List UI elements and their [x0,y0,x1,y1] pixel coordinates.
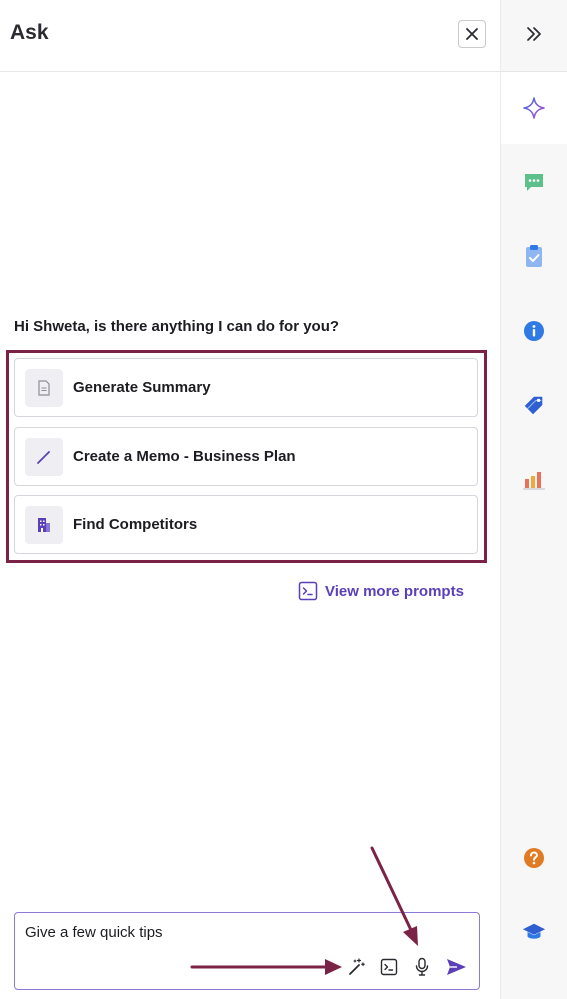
rail-item-help[interactable] [522,846,546,870]
microphone-icon [415,957,429,976]
prompt-library-button[interactable] [378,956,400,978]
send-icon [447,959,466,975]
magic-wand-button[interactable] [345,956,367,978]
panel-title: Ask [10,21,49,44]
rail-item-tags[interactable] [522,393,546,417]
right-rail [500,0,567,999]
ask-panel: Ask Hi Shweta, is there anything I can d… [0,0,500,999]
rail-item-analytics[interactable] [522,468,546,492]
prompt-generate-summary[interactable]: Generate Summary [14,358,478,417]
tag-icon [524,396,543,415]
prompt-find-competitors[interactable]: Find Competitors [14,495,478,554]
prompt-label: Create a Memo - Business Plan [73,448,296,465]
close-icon [466,28,478,40]
terminal-icon [380,958,398,976]
prompt-create-memo[interactable]: Create a Memo - Business Plan [14,427,478,486]
rail-item-tasks[interactable] [522,244,546,268]
bar-chart-icon [523,472,545,490]
panel-header: Ask [0,0,500,72]
close-button[interactable] [458,20,486,48]
rail-header [501,0,567,72]
chat-icon [525,174,543,191]
view-more-prompts-link[interactable]: View more prompts [298,581,464,601]
document-icon [25,368,63,407]
send-button[interactable] [445,956,467,978]
clipboard-icon [526,245,542,267]
rail-item-ask-active[interactable] [501,72,567,144]
magic-wand-icon [349,958,365,975]
collapse-button[interactable] [522,22,546,46]
voice-input-button[interactable] [411,956,433,978]
building-icon [25,505,63,544]
chat-input-value: Give a few quick tips [25,924,163,941]
pen-icon [25,437,63,476]
greeting-text: Hi Shweta, is there anything I can do fo… [14,318,340,335]
view-more-label: View more prompts [325,582,464,600]
rail-item-comments[interactable] [522,170,546,194]
help-icon [524,848,544,868]
learning-icon [522,923,546,939]
rail-item-info[interactable] [522,319,546,343]
collapse-icon [527,27,541,41]
info-icon [524,321,544,341]
sparkle-icon [522,96,546,120]
prompt-label: Find Competitors [73,516,198,533]
terminal-icon [298,581,318,601]
prompt-label: Generate Summary [73,379,211,396]
chat-input[interactable]: Give a few quick tips [14,912,480,990]
rail-item-learning[interactable] [522,920,546,944]
